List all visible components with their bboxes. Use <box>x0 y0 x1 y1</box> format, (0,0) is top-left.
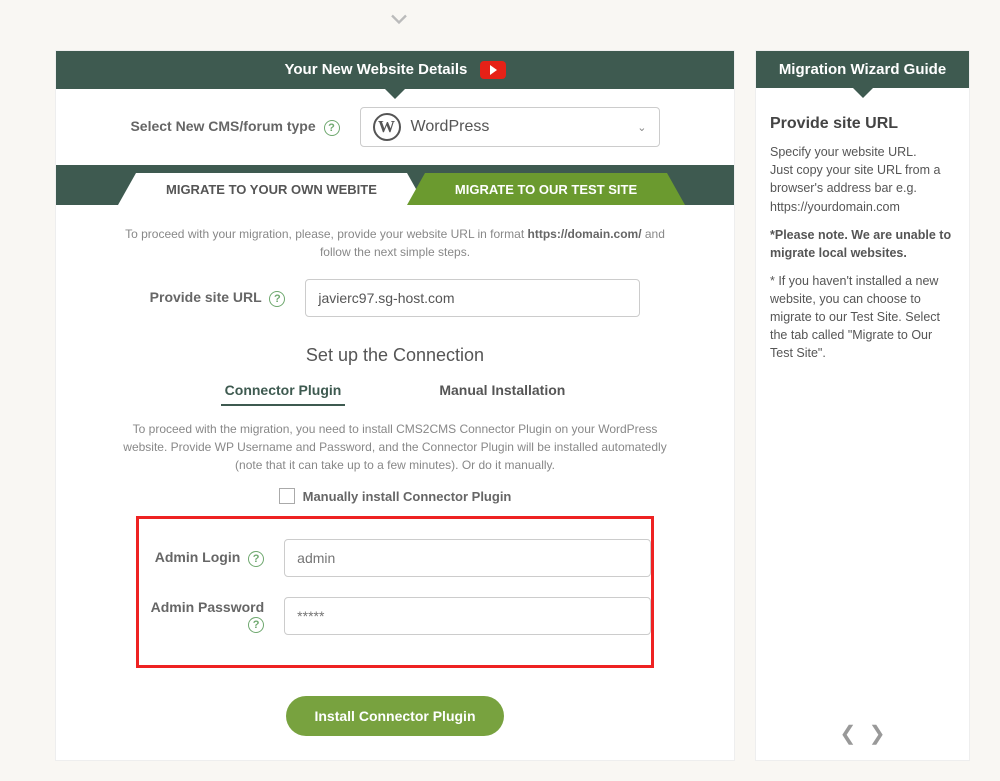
guide-panel: Migration Wizard Guide Provide site URL … <box>755 50 970 761</box>
credentials-highlight: Admin Login ? Admin Password ? <box>136 516 654 668</box>
site-url-input[interactable] <box>305 279 640 317</box>
guide-next-icon[interactable]: ❯ <box>869 723 886 745</box>
chevron-down-icon: ⌄ <box>637 121 646 134</box>
guide-p1: Specify your website URL. Just copy your… <box>770 143 955 216</box>
manual-install-label: Manually install Connector Plugin <box>303 489 512 504</box>
guide-prev-icon[interactable]: ❮ <box>840 723 857 745</box>
collapse-chevron-icon[interactable] <box>385 5 413 33</box>
instruction-text: To proceed with your migration, please, … <box>56 205 734 269</box>
connection-text: To proceed with the migration, you need … <box>56 420 734 482</box>
manual-install-checkbox[interactable] <box>279 488 295 504</box>
tab-test-site[interactable]: MIGRATE TO OUR TEST SITE <box>425 173 667 205</box>
connection-title: Set up the Connection <box>56 345 734 366</box>
cms-selected-value: WordPress <box>411 118 490 136</box>
login-label: Admin Login ? <box>139 549 264 567</box>
panel-header: Your New Website Details <box>56 51 734 89</box>
guide-pointer <box>853 88 873 98</box>
help-icon[interactable]: ? <box>248 551 264 567</box>
youtube-icon[interactable] <box>480 61 506 79</box>
help-icon[interactable]: ? <box>248 617 264 633</box>
password-label: Admin Password ? <box>139 599 264 633</box>
admin-login-input[interactable] <box>284 539 651 577</box>
guide-p3: * If you haven't installed a new website… <box>770 272 955 363</box>
guide-nav: ❮ ❯ <box>756 713 969 760</box>
guide-header: Migration Wizard Guide <box>756 51 969 88</box>
tab-own-website[interactable]: MIGRATE TO YOUR OWN WEBITE <box>136 173 407 205</box>
main-panel: Your New Website Details Select New CMS/… <box>55 50 735 761</box>
subtab-plugin[interactable]: Connector Plugin <box>221 376 346 406</box>
url-label: Provide site URL ? <box>150 289 286 307</box>
subtab-manual[interactable]: Manual Installation <box>435 376 569 406</box>
install-plugin-button[interactable]: Install Connector Plugin <box>286 696 503 736</box>
panel-title: Your New Website Details <box>285 61 468 78</box>
help-icon[interactable]: ? <box>269 291 285 307</box>
help-icon[interactable]: ? <box>324 120 340 136</box>
cms-label: Select New CMS/forum type ? <box>130 118 339 136</box>
guide-p2: *Please note. We are unable to migrate l… <box>770 226 955 262</box>
cms-select[interactable]: W WordPress ⌄ <box>360 107 660 147</box>
migration-tabs: MIGRATE TO YOUR OWN WEBITE MIGRATE TO OU… <box>56 165 734 205</box>
header-pointer <box>385 89 405 99</box>
connection-subtabs: Connector Plugin Manual Installation <box>56 376 734 406</box>
guide-heading: Provide site URL <box>770 112 955 135</box>
admin-password-input[interactable] <box>284 597 651 635</box>
wordpress-icon: W <box>373 113 401 141</box>
